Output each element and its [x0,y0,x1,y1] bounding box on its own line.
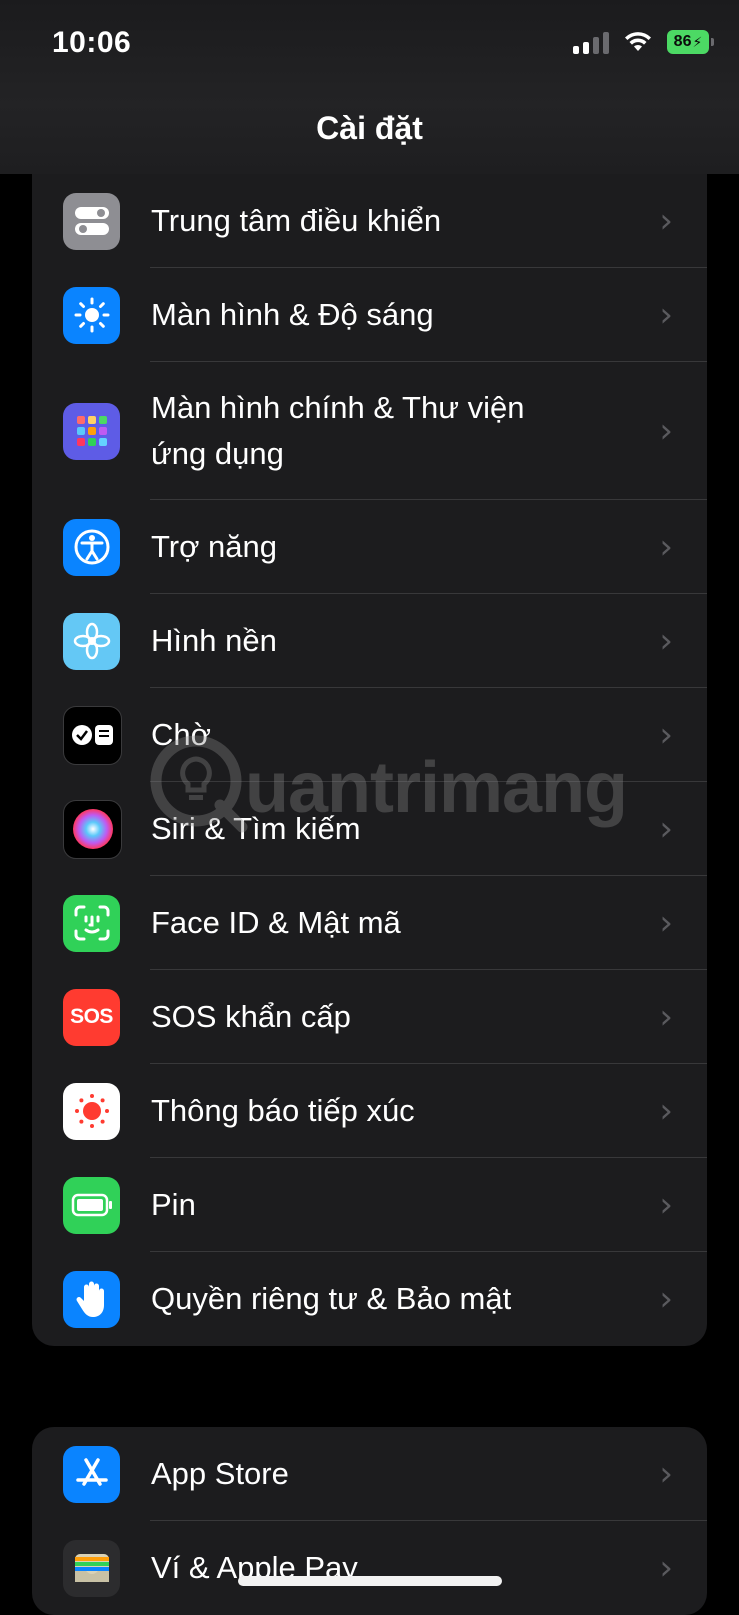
settings-row-label: Quyền riêng tư & Bảo mật [151,1281,512,1316]
settings-row-battery[interactable]: Pin › [32,1158,707,1252]
charging-bolt-icon: ⚡ [692,33,703,50]
privacy-hand-icon [63,1270,120,1328]
page-title: Cài đặt [316,110,423,146]
chevron-right-icon: › [659,809,673,849]
settings-row-wallpaper[interactable]: Hình nền › [32,594,707,688]
chevron-right-icon: › [659,997,673,1037]
battery-indicator: 86 ⚡ [667,30,714,54]
settings-row-privacy-security[interactable]: Quyền riêng tư & Bảo mật › [32,1252,707,1346]
face-id-icon [63,894,120,952]
exposure-notification-icon [63,1082,120,1140]
chevron-right-icon: › [659,715,673,755]
settings-row-app-store[interactable]: App Store › [32,1427,707,1521]
settings-row-label: App Store [151,1456,289,1491]
home-indicator[interactable] [238,1576,502,1586]
chevron-right-icon: › [659,1548,673,1588]
brightness-icon [63,286,120,344]
settings-row-standby[interactable]: Chờ › [32,688,707,782]
sos-icon: SOS [63,988,120,1046]
chevron-right-icon: › [659,295,673,335]
settings-row-label: Pin [151,1187,196,1222]
wifi-icon [625,32,651,51]
settings-row-label: Màn hình chính & Thư viện ứng dụng [151,390,525,471]
battery-icon [63,1176,120,1234]
settings-row-control-center[interactable]: Trung tâm điều khiển › [32,174,707,268]
settings-row-siri[interactable]: Siri & Tìm kiếm › [32,782,707,876]
settings-row-label: Trung tâm điều khiển [151,203,442,238]
settings-row-accessibility[interactable]: Trợ năng › [32,500,707,594]
chevron-right-icon: › [659,527,673,567]
app-store-icon [63,1445,120,1503]
chevron-right-icon: › [659,1091,673,1131]
settings-row-home-screen[interactable]: Màn hình chính & Thư viện ứng dụng › [32,362,707,500]
settings-row-label: Thông báo tiếp xúc [151,1093,415,1128]
settings-row-emergency-sos[interactable]: SOS SOS khẩn cấp › [32,970,707,1064]
settings-row-face-id[interactable]: Face ID & Mật mã › [32,876,707,970]
wallet-icon [63,1539,120,1597]
settings-row-exposure-notifications[interactable]: Thông báo tiếp xúc › [32,1064,707,1158]
navigation-header: 10:06 86 ⚡ Cài đặt [0,0,739,174]
settings-group-display: Trung tâm điều khiển › Màn hình & Độ sán… [32,174,707,1346]
sos-icon-text: SOS [70,1005,113,1028]
standby-icon [63,705,122,765]
wallpaper-icon [63,612,120,670]
settings-row-label: Chờ [151,717,211,752]
settings-row-label: Siri & Tìm kiếm [151,811,361,846]
settings-row-label: Màn hình & Độ sáng [151,297,434,332]
settings-row-label: Face ID & Mật mã [151,905,401,940]
chevron-right-icon: › [659,1185,673,1225]
battery-level: 86 [673,33,692,50]
chevron-right-icon: › [659,903,673,943]
status-time: 10:06 [52,26,132,59]
chevron-right-icon: › [659,1279,673,1319]
home-screen-icon [63,402,120,460]
accessibility-icon [63,518,120,576]
settings-row-label: Hình nền [151,623,277,658]
control-center-icon [63,192,120,250]
chevron-right-icon: › [659,201,673,241]
settings-row-label: SOS khẩn cấp [151,999,351,1034]
chevron-right-icon: › [659,621,673,661]
chevron-right-icon: › [659,1454,673,1494]
settings-row-wallet[interactable]: Ví & Apple Pay › [32,1521,707,1615]
status-indicators: 86 ⚡ [573,30,714,54]
settings-row-label: Trợ năng [151,529,278,564]
settings-row-display-brightness[interactable]: Màn hình & Độ sáng › [32,268,707,362]
cellular-signal-icon [573,30,609,54]
settings-group-apps: App Store › Ví & Apple Pay › [32,1427,707,1615]
siri-icon [63,799,122,859]
chevron-right-icon: › [659,411,673,451]
